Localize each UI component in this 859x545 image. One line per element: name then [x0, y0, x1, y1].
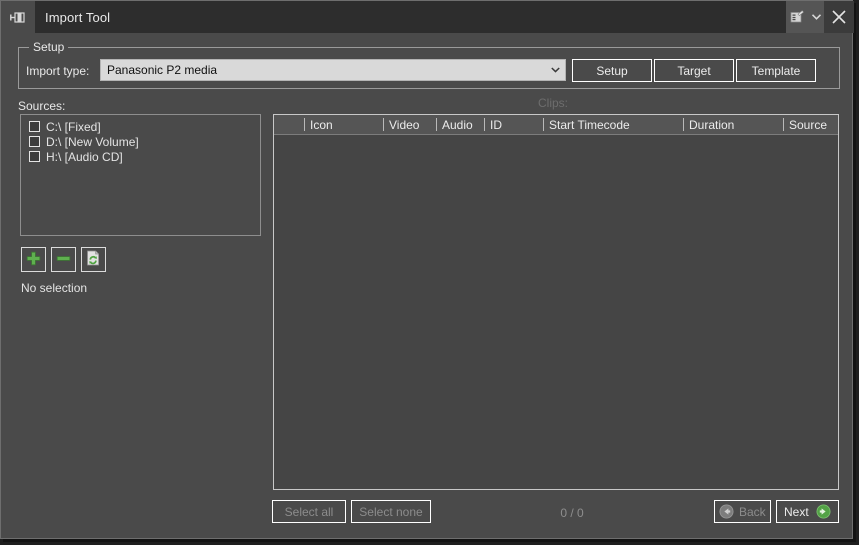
source-checkbox[interactable] [29, 151, 40, 162]
import-tool-window: Import Tool [0, 0, 853, 539]
window-controls [786, 1, 854, 33]
add-source-button[interactable] [21, 247, 46, 272]
select-none-button[interactable]: Select none [351, 500, 431, 523]
column-header-label: Start Timecode [549, 118, 630, 132]
refresh-source-button[interactable] [81, 247, 106, 272]
back-button[interactable]: Back [714, 500, 771, 523]
properties-icon[interactable] [786, 1, 808, 33]
column-header-source[interactable]: Source [783, 115, 827, 134]
column-header-video[interactable]: Video [383, 115, 419, 134]
source-checkbox[interactable] [29, 121, 40, 132]
column-header-label: Duration [689, 118, 734, 132]
column-header-icon[interactable]: Icon [304, 115, 333, 134]
import-type-value: Panasonic P2 media [107, 63, 545, 77]
clips-table: Icon Video Audio ID Start Timecode Durat… [273, 114, 839, 490]
list-item[interactable]: H:\ [Audio CD] [24, 149, 260, 164]
window-tab[interactable]: Import Tool [1, 1, 787, 33]
column-header-label: ID [490, 118, 502, 132]
source-status-text: No selection [21, 281, 87, 295]
next-button[interactable]: Next [776, 500, 839, 523]
window-title: Import Tool [45, 10, 110, 25]
list-item-label: D:\ [New Volume] [46, 135, 139, 149]
import-type-select[interactable]: Panasonic P2 media [100, 59, 566, 81]
remove-source-button[interactable] [51, 247, 76, 272]
clips-label: Clips: [538, 96, 568, 110]
chevron-down-icon[interactable] [808, 1, 824, 33]
column-header-label: Video [389, 118, 419, 132]
setup-button[interactable]: Setup [572, 59, 652, 82]
list-item-label: H:\ [Audio CD] [46, 150, 123, 164]
arrow-right-circle-icon [816, 504, 831, 519]
column-header-id[interactable]: ID [484, 115, 502, 134]
minus-icon [56, 251, 71, 269]
clips-table-header: Icon Video Audio ID Start Timecode Durat… [274, 115, 838, 135]
clip-counter: 0 / 0 [547, 506, 597, 520]
column-header-audio[interactable]: Audio [436, 115, 473, 134]
close-icon[interactable] [824, 1, 854, 33]
source-checkbox[interactable] [29, 136, 40, 147]
column-header-start-timecode[interactable]: Start Timecode [543, 115, 630, 134]
setup-group-label: Setup [29, 40, 68, 54]
list-item-label: C:\ [Fixed] [46, 120, 101, 134]
sources-label: Sources: [18, 99, 65, 113]
column-header-duration[interactable]: Duration [683, 115, 734, 134]
next-button-label: Next [784, 505, 809, 519]
dock-pin-icon [1, 1, 35, 33]
target-button[interactable]: Target [654, 59, 734, 82]
column-header-label: Source [789, 118, 827, 132]
back-button-label: Back [739, 505, 766, 519]
plus-icon [26, 251, 41, 269]
title-bar: Import Tool [1, 1, 854, 33]
arrow-left-circle-icon [719, 504, 734, 519]
list-item[interactable]: D:\ [New Volume] [24, 134, 260, 149]
import-type-label: Import type: [26, 64, 89, 78]
clips-table-body[interactable] [274, 135, 838, 489]
refresh-document-icon [86, 250, 101, 269]
column-header-checkbox[interactable] [274, 115, 304, 134]
chevron-down-icon [545, 67, 565, 73]
select-all-button[interactable]: Select all [272, 500, 346, 523]
sources-list[interactable]: C:\ [Fixed] D:\ [New Volume] H:\ [Audio … [20, 114, 261, 236]
column-header-label: Icon [310, 118, 333, 132]
column-header-label: Audio [442, 118, 473, 132]
template-button[interactable]: Template [736, 59, 816, 82]
list-item[interactable]: C:\ [Fixed] [24, 119, 260, 134]
